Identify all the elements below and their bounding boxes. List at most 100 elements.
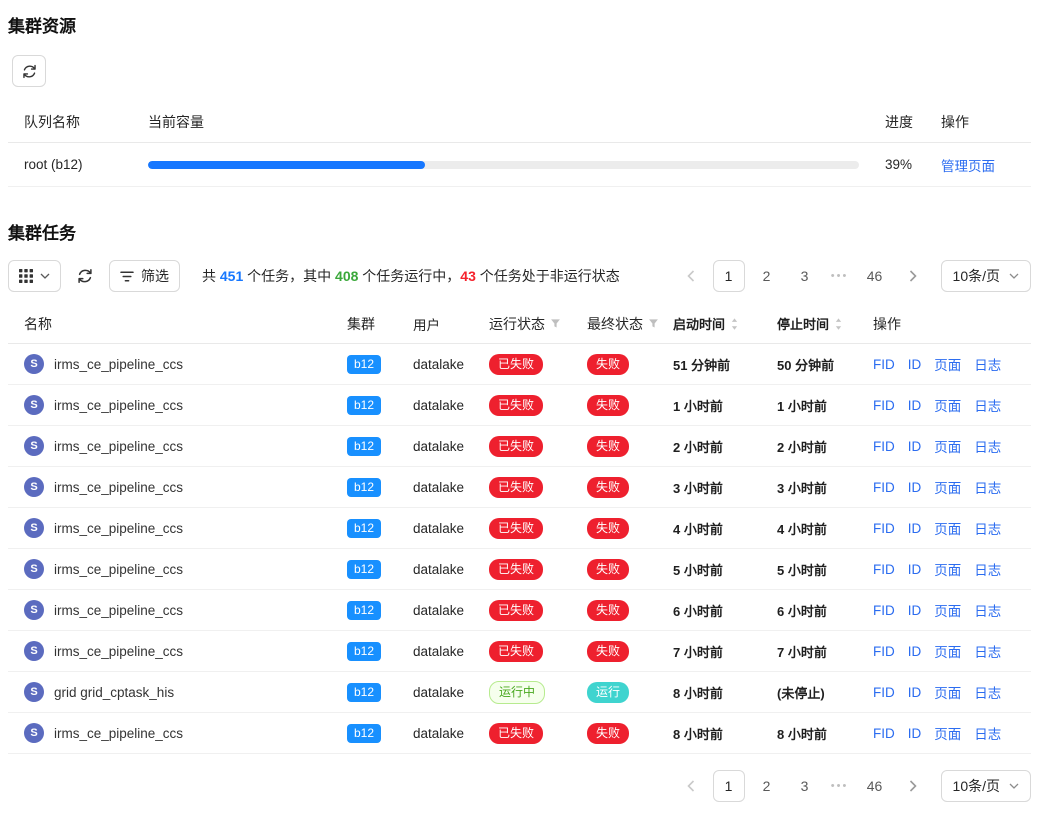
page-link[interactable]: 页面 — [934, 477, 961, 497]
page-button-2[interactable]: 2 — [751, 260, 783, 292]
resources-refresh-button[interactable] — [12, 55, 46, 87]
stop-time-cell: 5 小时前 — [777, 560, 873, 579]
cluster-tag: b12 — [347, 478, 381, 497]
fid-link[interactable]: FID — [873, 521, 895, 536]
final-status-badge: 失败 — [587, 641, 629, 662]
log-link[interactable]: 日志 — [974, 559, 1001, 579]
filter-button[interactable]: 筛选 — [109, 260, 180, 292]
page-link[interactable]: 页面 — [934, 682, 961, 702]
tasks-table-body: S irms_ce_pipeline_ccs b12 datalake 已失败 … — [8, 344, 1031, 754]
id-link[interactable]: ID — [908, 726, 922, 741]
id-link[interactable]: ID — [908, 685, 922, 700]
fid-link[interactable]: FID — [873, 357, 895, 372]
page-link[interactable]: 页面 — [934, 395, 961, 415]
manage-page-link[interactable]: 管理页面 — [941, 159, 995, 174]
log-link[interactable]: 日志 — [974, 395, 1001, 415]
page-button-1[interactable]: 1 — [713, 260, 745, 292]
id-link[interactable]: ID — [908, 398, 922, 413]
tasks-refresh-button[interactable] — [75, 260, 95, 292]
avatar: S — [24, 641, 44, 661]
task-name: irms_ce_pipeline_ccs — [54, 603, 183, 618]
cluster-tag: b12 — [347, 724, 381, 743]
stop-time-cell: 7 小时前 — [777, 642, 873, 661]
fid-link[interactable]: FID — [873, 439, 895, 454]
id-link[interactable]: ID — [908, 357, 922, 372]
user-cell: datalake — [413, 562, 489, 577]
sort-icon[interactable] — [730, 317, 739, 331]
page-link[interactable]: 页面 — [934, 641, 961, 661]
running-count: 408 — [335, 268, 358, 284]
fid-link[interactable]: FID — [873, 685, 895, 700]
start-time-cell: 7 小时前 — [673, 642, 777, 661]
resources-table-header: 队列名称 当前容量 进度 操作 — [8, 101, 1031, 143]
id-link[interactable]: ID — [908, 562, 922, 577]
user-cell: datalake — [413, 644, 489, 659]
page-size-select[interactable]: 10条/页 — [941, 260, 1031, 292]
avatar: S — [24, 682, 44, 702]
task-name: irms_ce_pipeline_ccs — [54, 439, 183, 454]
log-link[interactable]: 日志 — [974, 477, 1001, 497]
next-page-button[interactable] — [897, 260, 929, 292]
page-ellipsis[interactable]: ••• — [827, 780, 853, 792]
run-status-badge: 已失败 — [489, 477, 543, 498]
page-link[interactable]: 页面 — [934, 354, 961, 374]
fid-link[interactable]: FID — [873, 726, 895, 741]
run-status-badge: 已失败 — [489, 600, 543, 621]
page-button-last[interactable]: 46 — [859, 260, 891, 292]
log-link[interactable]: 日志 — [974, 641, 1001, 661]
id-link[interactable]: ID — [908, 644, 922, 659]
page-link[interactable]: 页面 — [934, 723, 961, 743]
layout-dropdown-button[interactable] — [8, 260, 61, 292]
fid-link[interactable]: FID — [873, 603, 895, 618]
col-name-label: 名称 — [24, 314, 52, 334]
chevron-right-icon — [909, 270, 917, 282]
page-link[interactable]: 页面 — [934, 559, 961, 579]
final-status-badge: 运行 — [587, 682, 629, 703]
next-page-button[interactable] — [897, 770, 929, 802]
fid-link[interactable]: FID — [873, 644, 895, 659]
log-link[interactable]: 日志 — [974, 354, 1001, 374]
log-link[interactable]: 日志 — [974, 600, 1001, 620]
avatar: S — [24, 600, 44, 620]
task-name: irms_ce_pipeline_ccs — [54, 398, 183, 413]
id-link[interactable]: ID — [908, 603, 922, 618]
page-link[interactable]: 页面 — [934, 600, 961, 620]
start-time-cell: 3 小时前 — [673, 478, 777, 497]
prev-page-button[interactable] — [675, 770, 707, 802]
id-link[interactable]: ID — [908, 439, 922, 454]
log-link[interactable]: 日志 — [974, 518, 1001, 538]
pagination-bottom: 1 2 3 ••• 46 10条/页 — [675, 770, 1031, 802]
log-link[interactable]: 日志 — [974, 682, 1001, 702]
page-button-3[interactable]: 3 — [789, 260, 821, 292]
filter-icon[interactable] — [648, 318, 659, 329]
stop-time-cell: 3 小时前 — [777, 478, 873, 497]
fid-link[interactable]: FID — [873, 480, 895, 495]
table-row: S irms_ce_pipeline_ccs b12 datalake 已失败 … — [8, 467, 1031, 508]
page-link[interactable]: 页面 — [934, 436, 961, 456]
page-ellipsis[interactable]: ••• — [827, 270, 853, 282]
page-button-last[interactable]: 46 — [859, 770, 891, 802]
col-current-capacity: 当前容量 — [148, 112, 885, 132]
id-link[interactable]: ID — [908, 480, 922, 495]
page-link[interactable]: 页面 — [934, 518, 961, 538]
page-button-3[interactable]: 3 — [789, 770, 821, 802]
task-name: grid grid_cptask_his — [54, 685, 174, 700]
filter-button-label: 筛选 — [141, 266, 169, 286]
stop-time-cell: 1 小时前 — [777, 396, 873, 415]
fid-link[interactable]: FID — [873, 398, 895, 413]
log-link[interactable]: 日志 — [974, 436, 1001, 456]
filter-icon[interactable] — [550, 318, 561, 329]
chevron-right-icon — [909, 780, 917, 792]
run-status-badge: 已失败 — [489, 395, 543, 416]
id-link[interactable]: ID — [908, 521, 922, 536]
sort-icon[interactable] — [834, 317, 843, 331]
page-button-1[interactable]: 1 — [713, 770, 745, 802]
prev-page-button[interactable] — [675, 260, 707, 292]
fid-link[interactable]: FID — [873, 562, 895, 577]
log-link[interactable]: 日志 — [974, 723, 1001, 743]
table-row: S irms_ce_pipeline_ccs b12 datalake 已失败 … — [8, 713, 1031, 754]
page-button-2[interactable]: 2 — [751, 770, 783, 802]
avatar: S — [24, 354, 44, 374]
page-size-select[interactable]: 10条/页 — [941, 770, 1031, 802]
cluster-tag: b12 — [347, 355, 381, 374]
